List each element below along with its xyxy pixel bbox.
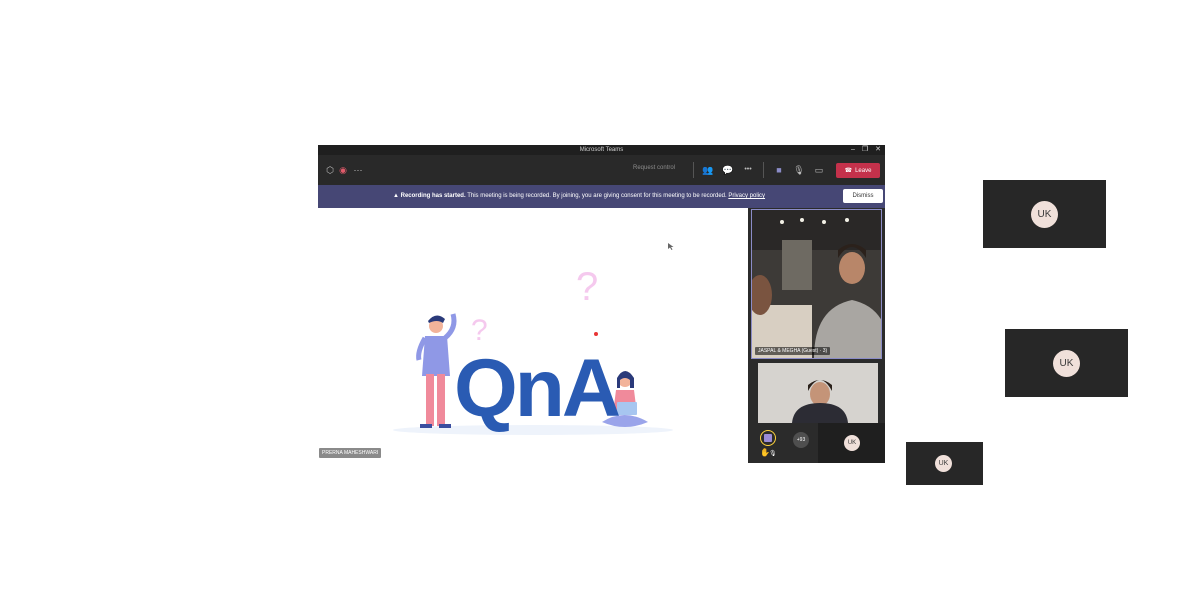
banner-bold: Recording has started. xyxy=(400,193,466,199)
participants-icon[interactable]: 👥 xyxy=(702,164,714,176)
participant-tile[interactable]: UK xyxy=(906,442,983,485)
recording-banner: ▲ Recording has started. This meeting is… xyxy=(318,185,885,208)
phone-icon: ☎ xyxy=(844,168,853,174)
privacy-policy-link[interactable]: Privacy policy xyxy=(728,193,765,199)
presenter-name: PRERNA MAHESHWARI xyxy=(319,448,382,458)
window-controls: – ❐ ✕ xyxy=(851,145,881,155)
participant-rail: JASPAL & MEGHA (Guest) · 3) ✋ 🎙 +93 UK xyxy=(748,208,885,463)
camera-icon[interactable]: ■ xyxy=(773,164,785,176)
close-icon[interactable]: ✕ xyxy=(875,145,881,155)
participant-tile[interactable]: UK xyxy=(1005,329,1128,397)
window-title: Microsoft Teams xyxy=(579,147,624,153)
cursor-icon xyxy=(668,243,674,250)
more-participants-button[interactable]: +93 xyxy=(793,432,809,448)
more-actions-button[interactable]: ••• xyxy=(742,164,754,176)
divider xyxy=(693,162,694,178)
shield-icon: ⬡ xyxy=(326,165,334,175)
teams-window: Microsoft Teams – ❐ ✕ ⬡ ◉ ⋯ Request cont… xyxy=(318,145,885,463)
participant-tile[interactable]: UK xyxy=(818,423,885,463)
dismiss-button[interactable]: Dismiss xyxy=(843,189,883,203)
participant-avatar-icon xyxy=(764,434,772,442)
request-control-button[interactable]: Request control xyxy=(633,165,675,171)
participant-video-tile[interactable]: JASPAL & MEGHA (Guest) · 3) xyxy=(751,209,882,359)
shared-screen: ? ? QnA PRERNA MAHESHWARI xyxy=(318,208,748,463)
recording-icon: ◉ xyxy=(339,165,347,175)
divider xyxy=(763,162,764,178)
leave-button[interactable]: ☎ Leave xyxy=(836,163,880,178)
minimize-icon[interactable]: – xyxy=(851,145,855,155)
title-bar: Microsoft Teams – ❐ ✕ xyxy=(318,145,885,155)
avatar: UK xyxy=(844,435,860,451)
avatar: UK xyxy=(935,455,952,472)
leave-label: Leave xyxy=(855,167,872,174)
participant-video-tile[interactable] xyxy=(758,363,878,423)
banner-message: ▲ Recording has started. This meeting is… xyxy=(393,193,765,199)
chat-icon[interactable]: 💬 xyxy=(722,164,734,176)
participant-video xyxy=(752,210,881,358)
thinking-man-figure xyxy=(416,313,457,428)
pointer-dot xyxy=(594,332,598,336)
restore-icon[interactable]: ❐ xyxy=(862,145,868,155)
mic-icon: 🎙 xyxy=(769,451,777,457)
share-icon[interactable]: ▭ xyxy=(813,164,825,176)
warning-icon: ▲ xyxy=(393,193,399,199)
question-mark-icon: ? xyxy=(576,265,598,309)
participant-video xyxy=(758,363,878,423)
meeting-toolbar: ⬡ ◉ ⋯ Request control 👥 💬 ••• ■ 🎙 ▭ ☎ Le… xyxy=(318,155,885,185)
participant-name: JASPAL & MEGHA (Guest) · 3) xyxy=(755,347,831,355)
mic-off-icon[interactable]: 🎙 xyxy=(793,164,805,176)
banner-text: This meeting is being recorded. By joini… xyxy=(465,193,729,199)
avatar: UK xyxy=(1053,350,1080,377)
qna-title: QnA xyxy=(454,343,621,434)
timer-icon: ⋯ xyxy=(353,165,363,175)
participant-tile[interactable]: UK xyxy=(983,180,1106,248)
avatar: UK xyxy=(1031,201,1058,228)
